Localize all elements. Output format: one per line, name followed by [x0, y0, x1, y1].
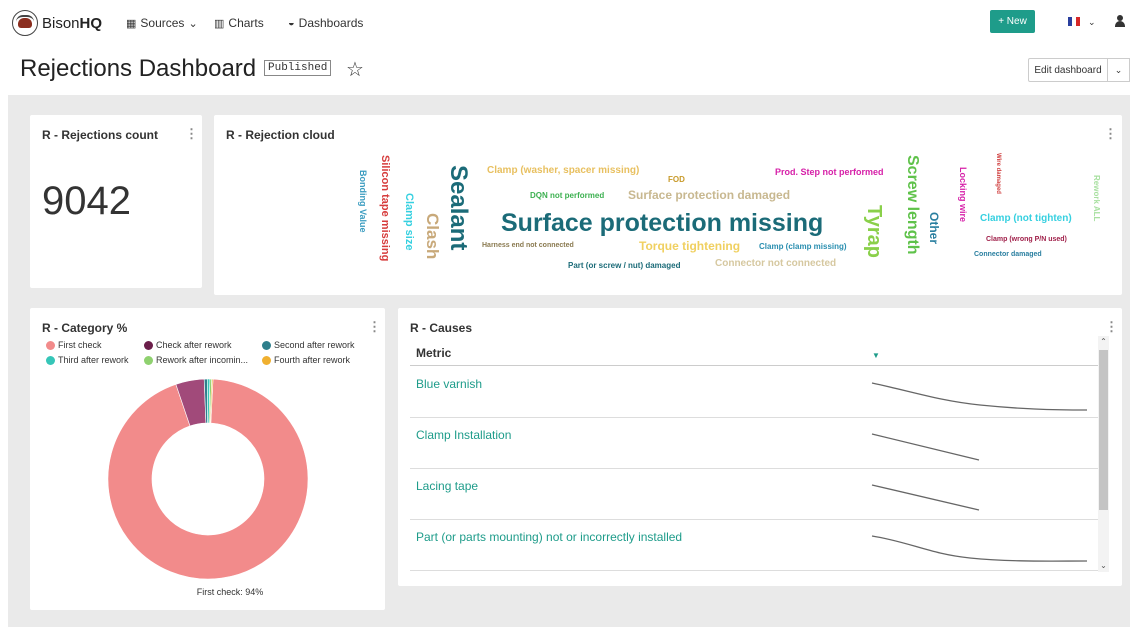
cloud-word: Bonding Value [358, 170, 368, 233]
sparkline [871, 484, 980, 511]
cloud-word: Clash [423, 213, 442, 260]
scroll-thumb[interactable] [1099, 350, 1108, 510]
widget-title: R - Rejection cloud [226, 128, 335, 142]
logo[interactable]: BisonHQ [12, 10, 102, 36]
cloud-word: Other [927, 212, 941, 245]
chevron-down-icon: ⌄ [188, 17, 198, 30]
widget-rejection-cloud: R - Rejection cloud ⋮ Surface protection… [214, 115, 1122, 295]
cloud-word: FOD [668, 175, 685, 184]
cloud-word: Surface protection missing [501, 209, 824, 237]
table-icon: ▦ [126, 17, 137, 30]
row-label[interactable]: Lacing tape [416, 479, 478, 493]
column-header-metric[interactable]: Metric [416, 346, 451, 360]
logo-icon [12, 10, 38, 36]
row-label[interactable]: Clamp Installation [416, 428, 511, 442]
chevron-down-icon[interactable]: ⌄ [1088, 17, 1096, 28]
nav-sources[interactable]: ▦ Sources ⌄ [126, 16, 198, 30]
sort-icon[interactable]: ▼ [872, 351, 880, 360]
logo-suffix: HQ [79, 14, 103, 32]
edit-dropdown-button[interactable]: ⌄ [1108, 58, 1130, 82]
cloud-word: Clamp (wrong P/N used) [986, 236, 1067, 243]
chevron-down-icon: ⌄ [1114, 64, 1123, 75]
widget-title: R - Causes [410, 321, 473, 335]
kebab-icon[interactable]: ⋮ [185, 127, 198, 140]
sparkline [871, 433, 980, 461]
nav-charts-label: Charts [228, 16, 264, 30]
logo-prefix: Bison [42, 14, 80, 32]
cloud-word: Clamp (not tighten) [980, 213, 1072, 224]
cloud-word: Part (or screw / nut) damaged [568, 261, 681, 270]
cloud-word: Connector not connected [715, 258, 837, 269]
widget-causes: R - Causes ⋮ Metric ▼ Blue varnish Clamp… [398, 308, 1122, 586]
sparkline [871, 535, 1088, 562]
new-button[interactable]: + New [990, 10, 1035, 33]
top-navbar: BisonHQ ▦ Sources ⌄ ▥ Charts ◒ Dashboard… [0, 0, 1130, 46]
nav-dashboards-label: Dashboards [298, 16, 364, 30]
cloud-word: Harness end not connected [482, 242, 574, 249]
cloud-word: Rework ALL [1092, 175, 1101, 222]
cloud-word: DQN not performed [530, 191, 605, 200]
cloud-word: Prod. Step not performed [775, 167, 884, 177]
cloud-word: Clamp (clamp missing) [759, 242, 847, 251]
widget-title: R - Rejections count [42, 128, 159, 142]
scroll-down-icon[interactable]: ⌄ [1099, 561, 1108, 570]
rejections-count-value: 9042 [42, 179, 131, 223]
widget-category-chart: R - Category % ⋮ First check Check after… [30, 308, 385, 610]
cloud-word: Connector damaged [974, 251, 1042, 258]
table-row[interactable]: Part (or parts mounting) not or incorrec… [410, 520, 1098, 571]
flag-fr-icon[interactable] [1068, 17, 1080, 26]
bar-chart-icon: ▥ [214, 17, 225, 30]
kebab-icon[interactable]: ⋮ [1105, 320, 1118, 333]
table-row[interactable]: Clamp Installation [410, 418, 1098, 469]
table-header: Metric ▼ [410, 346, 1098, 366]
scroll-up-icon[interactable]: ⌃ [1099, 337, 1108, 346]
dashboard-canvas: R - Rejections count ⋮ 9042 R - Rejectio… [8, 95, 1130, 627]
status-badge: Published [264, 60, 332, 76]
cloud-word: Clamp (washer, spacer missing) [487, 165, 640, 176]
cloud-word: Clamp size [403, 193, 415, 251]
widget-rejections-count: R - Rejections count ⋮ 9042 [30, 115, 202, 288]
cloud-word: Torque tightening [639, 239, 741, 253]
chart-data-label: First check: 94% [196, 587, 264, 597]
table-row[interactable]: Blue varnish [410, 367, 1098, 418]
cloud-word: Locking wire [958, 167, 968, 223]
user-icon[interactable] [1115, 15, 1125, 27]
donut-chart [107, 378, 309, 580]
row-label[interactable]: Blue varnish [416, 377, 482, 391]
nav-dashboards[interactable]: ◒ Dashboards [288, 16, 363, 30]
cloud-word: Wire damaged [995, 153, 1001, 194]
kebab-icon[interactable]: ⋮ [1104, 127, 1117, 140]
nav-sources-label: Sources [140, 16, 185, 30]
edit-dashboard-button[interactable]: Edit dashboard [1028, 58, 1108, 82]
cloud-word: Sealant [445, 165, 472, 251]
nav-charts[interactable]: ▥ Charts [214, 16, 264, 30]
cloud-word: Surface protection damaged [628, 188, 791, 202]
star-icon[interactable]: ☆ [346, 57, 364, 82]
sparkline [871, 382, 1088, 411]
table-row[interactable]: Lacing tape [410, 469, 1098, 520]
table-scrollbar[interactable]: ⌃ ⌄ [1098, 336, 1109, 572]
cloud-word: Silicon tape missing [379, 155, 391, 262]
cloud-word: Tyrap [863, 205, 885, 258]
page-title: Rejections Dashboard [20, 55, 257, 82]
row-label[interactable]: Part (or parts mounting) not or incorrec… [416, 530, 682, 544]
dashboard-icon: ◒ [288, 17, 295, 29]
cloud-word: Screw length [904, 155, 921, 255]
